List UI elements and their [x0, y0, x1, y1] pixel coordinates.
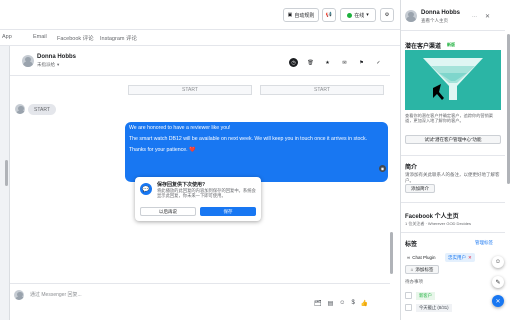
done-check-icon[interactable]: ✓: [374, 58, 383, 67]
view-profile-link[interactable]: 查看个人主页: [421, 18, 448, 24]
message-line: We are honored to have a reviewer like y…: [129, 125, 231, 131]
chevron-down-icon: ▾: [366, 12, 369, 18]
top-bar: ▣ 自动规则 📢 在线 ▾ ⚙: [0, 0, 400, 30]
reply-input[interactable]: 通过 Messenger 回复...: [30, 291, 82, 298]
page-avatar: [14, 290, 24, 300]
dollar-icon[interactable]: $: [351, 300, 354, 307]
composer-toolbar: 🗂 ▤ ☺ $ 👍: [314, 300, 368, 307]
activity-checkbox-1[interactable]: [405, 292, 412, 299]
calendar-icon: ▣: [287, 12, 293, 18]
fb-sub: 1 位关注者 · Wherever GOD Decides: [405, 221, 472, 226]
tab-instagram-comments[interactable]: Instagram 评论: [100, 34, 137, 42]
add-bio-button[interactable]: 添加简介: [405, 184, 435, 193]
inbox-app: ▣ 自动规则 📢 在线 ▾ ⚙ App Email Facebook 评论 In…: [0, 0, 512, 320]
avatar: [22, 55, 34, 67]
star-icon[interactable]: ★: [323, 58, 332, 67]
tab-email[interactable]: Email: [33, 34, 47, 40]
popup-title: 保存回复供下次使用?: [157, 182, 206, 188]
funnel-illustration: [405, 50, 501, 110]
status-label: 在线: [354, 12, 365, 19]
remove-tag-icon[interactable]: ✕: [468, 255, 472, 261]
bio-section: 简介 请添加有关此联系人的备注，以便更好地了解客户。 添加简介: [401, 156, 505, 203]
contact-card: Donna Hobbs 查看个人主页 ⋯ ✕: [401, 0, 505, 31]
tags-title: 标签: [405, 242, 418, 248]
start-message-bubble: START: [28, 104, 56, 115]
contact-name: Donna Hobbs: [37, 54, 76, 60]
channel-tabs: App Email Facebook 评论 Instagram 评论: [0, 30, 400, 46]
tags-section: 标签 管理标签 ∞ Chat Plugin 忠实用户 ✕ ⌂ 添加标签 待办事项…: [401, 233, 505, 320]
chat-bubble-icon: 💬: [140, 183, 152, 195]
funnel-icon: [423, 58, 483, 100]
fb-title: Facebook 个人主页: [405, 214, 459, 220]
start-button-right[interactable]: START: [260, 85, 384, 95]
facebook-profile-section: Facebook 个人主页 1 位关注者 · Wherever GOD Deci…: [401, 203, 505, 233]
like-icon[interactable]: 👍: [361, 300, 368, 307]
contact-sidebar: Donna Hobbs 查看个人主页 ⋯ ✕ 潜在客户渠道 新版 查看你的潜在客…: [400, 0, 512, 320]
auto-rules-label: 自动规则: [294, 12, 315, 19]
sidebar-scrollbar[interactable]: [507, 34, 510, 184]
thread-scrollbar[interactable]: [5, 160, 8, 186]
start-button-left[interactable]: START: [128, 85, 252, 95]
message-thread: START START START We are honored to have…: [10, 77, 390, 282]
online-dot-icon: [347, 12, 353, 18]
tag-icon: ⌂: [410, 267, 414, 272]
try-leads-button[interactable]: 试试“潜在客户管理中心”功能: [405, 135, 501, 144]
status-dropdown[interactable]: 在线 ▾: [340, 8, 376, 22]
follow-up-icon[interactable]: ⚑: [357, 58, 366, 67]
tab-facebook-comments[interactable]: Facebook 评论: [57, 34, 94, 42]
activity-due-date[interactable]: 今天截止 (8/31): [416, 304, 452, 312]
close-icon[interactable]: ✕: [485, 13, 490, 20]
snooze-icon[interactable]: ◷: [289, 58, 298, 67]
potential-customer-section: 潜在客户渠道 新版 查看你的潜在客户并确定客户，追踪你的营销渠道，更加深入地了解…: [401, 31, 505, 156]
saved-reply-icon[interactable]: ▤: [328, 300, 334, 307]
chevron-down-icon: ▾: [57, 62, 60, 67]
popup-cancel-button[interactable]: 以后再说: [140, 207, 196, 216]
conversation-header: Donna Hobbs 未指派给 ▾ ◷ 🗑 ★ ✉ ⚑ ✓: [10, 46, 390, 76]
megaphone-icon: 📢: [325, 12, 333, 18]
tag-chat-plugin[interactable]: ∞ Chat Plugin: [405, 253, 437, 262]
new-badge: 新版: [447, 42, 455, 47]
compose-icon[interactable]: ✎: [492, 276, 504, 288]
message-line: The smart watch DB12 will be available o…: [129, 136, 368, 142]
activity-checkbox-2[interactable]: [405, 304, 412, 311]
activity-title: 待办事项: [405, 279, 423, 284]
composer: 通过 Messenger 回复... 🗂 ▤ ☺ $ 👍: [10, 283, 390, 320]
assignee-label: 未指派给: [37, 62, 55, 67]
tag-loyal-user[interactable]: 忠实用户 ✕: [445, 253, 475, 262]
mark-unread-icon[interactable]: ✉: [340, 58, 349, 67]
settings-button[interactable]: ⚙: [380, 8, 394, 22]
save-reply-popup: 💬 保存回复供下次使用? 将此播放的此回复的内容加到保存的回复中。系统会显示此回…: [135, 177, 261, 221]
popup-save-button[interactable]: 保存: [200, 207, 256, 216]
megaphone-button[interactable]: 📢: [322, 8, 336, 22]
chat-widget-icon[interactable]: ☺: [492, 256, 504, 268]
activity-new-customer[interactable]: 新客户: [416, 292, 435, 300]
funnel-caption: 查看你的潜在客户并确定客户，追踪你的营销渠道，更加深入地了解你的客户。: [405, 113, 493, 123]
assignee-dropdown[interactable]: 未指派给 ▾: [37, 62, 59, 68]
messenger-icon: ∞: [407, 255, 411, 260]
tab-app[interactable]: App: [2, 34, 12, 40]
more-icon[interactable]: ⋯: [472, 14, 477, 20]
page-avatar-icon: ◉: [379, 165, 386, 172]
emoji-icon[interactable]: ☺: [339, 300, 345, 307]
heart-icon: ❤️: [189, 147, 196, 153]
outgoing-message-bubble: We are honored to have a reviewer like y…: [125, 122, 388, 182]
contact-avatar: [15, 104, 25, 114]
sidebar-contact-name: Donna Hobbs: [421, 10, 460, 16]
popup-body: 将此播放的此回复的内容加到保存的回复中。系统会显示此回复，你未来一下即可使用。: [157, 188, 256, 198]
contact-avatar-large: [405, 10, 417, 22]
manage-tags-link[interactable]: 管理标签: [475, 240, 493, 246]
auto-rules-button[interactable]: ▣ 自动规则: [283, 8, 319, 22]
gear-icon: ⚙: [384, 12, 390, 18]
close-widget-icon[interactable]: ✕: [492, 295, 504, 307]
bio-title: 简介: [405, 165, 418, 171]
trash-icon[interactable]: 🗑: [306, 58, 315, 67]
attachment-icon[interactable]: 🗂: [314, 300, 322, 307]
potential-title: 潜在客户渠道: [405, 44, 442, 50]
message-line: Thanks for your patience. ❤️: [129, 147, 196, 153]
add-tag-button[interactable]: ⌂ 添加标签: [405, 265, 439, 274]
bio-text: 请添加有关此联系人的备注，以便更好地了解客户。: [405, 172, 500, 183]
sidebar-scrollbar-left[interactable]: [390, 232, 393, 274]
